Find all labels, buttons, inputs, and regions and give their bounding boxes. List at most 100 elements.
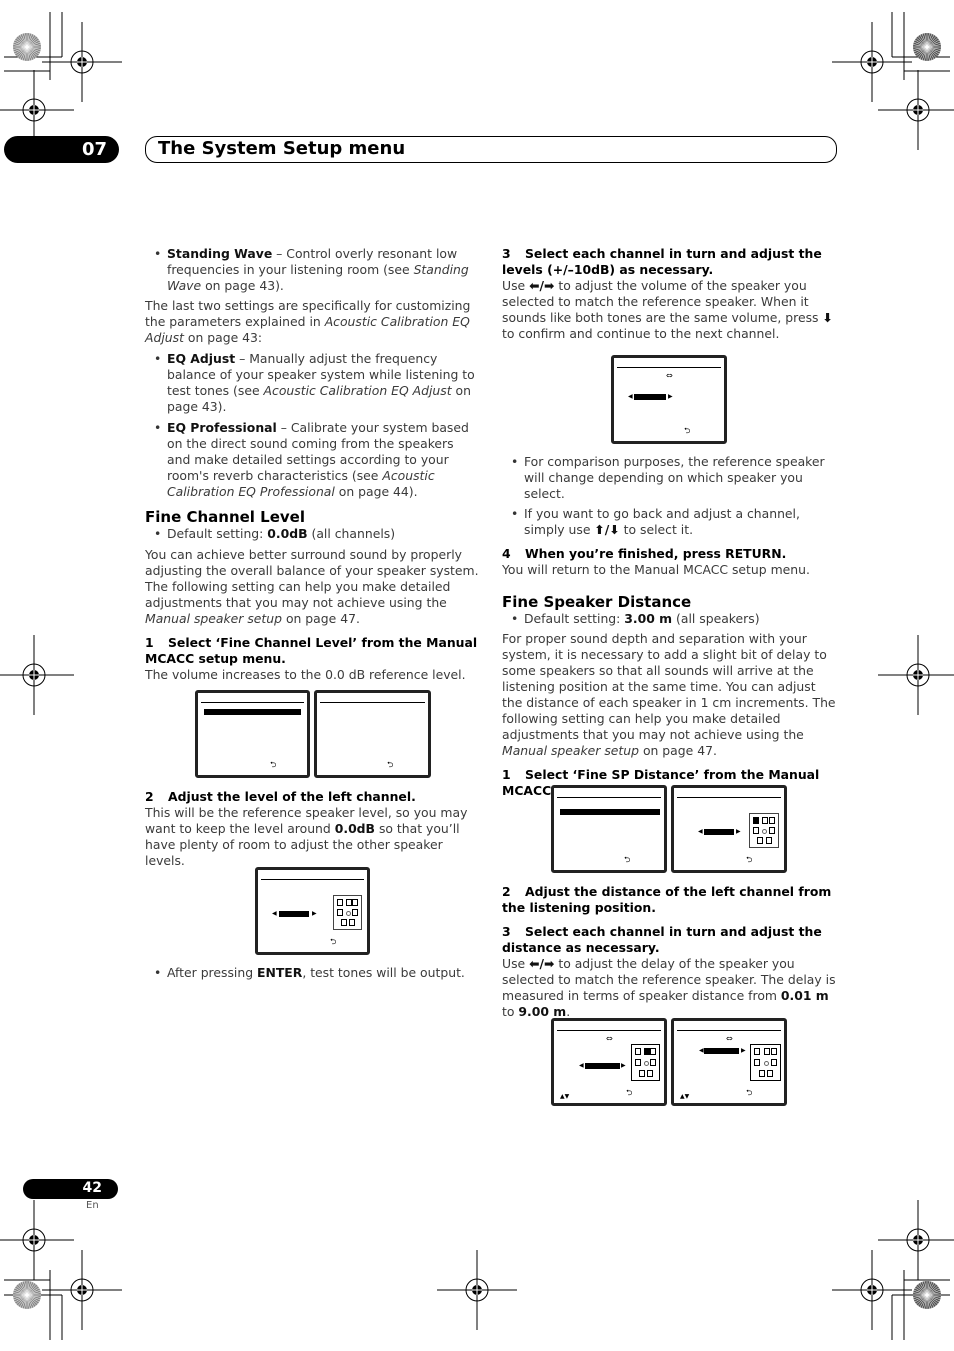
registration-target <box>878 635 954 715</box>
distance-value-box <box>704 829 734 835</box>
speaker-icon <box>769 827 775 834</box>
speaker-icon <box>766 837 772 844</box>
right-arrow-icon: ▶ <box>621 1062 626 1069</box>
text-tail: , test tones will be output. <box>302 965 465 980</box>
step-number: 2 <box>145 789 154 804</box>
return-icon: ⮌ <box>746 1088 753 1097</box>
heading-fine-channel-level: Fine Channel Level <box>145 508 305 526</box>
speaker-layout-diagram <box>631 1044 660 1081</box>
return-icon: ⮌ <box>684 426 691 435</box>
after-enter-note: After pressing ENTER, test tones will be… <box>145 965 480 981</box>
chapter-number: 07 <box>81 139 107 160</box>
speaker-icon <box>757 837 763 844</box>
screen-manual-mcacc-menu: ⮌ <box>195 690 310 778</box>
step-3-text: Use ⬅/➡ to adjust the delay of the speak… <box>502 956 837 1020</box>
speaker-icon <box>771 1048 777 1055</box>
speaker-icon <box>759 1070 765 1077</box>
screen-divider <box>201 702 304 703</box>
speaker-icon <box>337 909 343 916</box>
step-number: 4 <box>502 546 511 561</box>
step-number: 1 <box>502 767 511 782</box>
text: to <box>502 1004 519 1019</box>
text: After pressing <box>167 965 258 980</box>
step-4-title: 4 When you’re finished, press RETURN. <box>502 546 837 562</box>
starburst-mark <box>913 33 941 61</box>
level-value-box <box>279 911 309 917</box>
desc-tail: on page 44). <box>334 484 418 499</box>
speaker-icon <box>337 899 343 906</box>
speaker-icon <box>769 817 775 824</box>
screen-divider <box>261 879 364 880</box>
registration-target <box>832 22 912 102</box>
step-4-text: You will return to the Manual MCACC setu… <box>502 562 810 577</box>
up-down-icon: ▲▼ <box>560 1093 570 1100</box>
left-arrow-icon: ◀ <box>272 910 277 917</box>
intro-paragraph: You can achieve better surround sound by… <box>145 547 480 627</box>
bullet-reference-speaker: For comparison purposes, the reference s… <box>502 454 837 502</box>
right-column-mid: For comparison purposes, the reference s… <box>502 454 837 799</box>
speaker-icon <box>650 1059 656 1066</box>
step-number: 3 <box>502 924 511 939</box>
screen-left-channel-level: ◀ ▶ ⮌ <box>255 867 370 955</box>
text-tail: on page 43: <box>183 330 263 345</box>
speaker-icon <box>349 919 355 926</box>
registration-target <box>832 1250 912 1330</box>
return-icon: ⮌ <box>387 760 394 769</box>
step-number: 1 <box>145 635 154 650</box>
step-1-text: The volume increases to the 0.0 dB refer… <box>145 667 466 682</box>
screen-divider <box>677 1030 781 1031</box>
speaker-layout-diagram <box>750 1044 781 1081</box>
return-icon: ⮌ <box>330 937 337 946</box>
listener-icon <box>644 1061 649 1066</box>
text-tail: to select it. <box>619 522 694 537</box>
text-tail: on page 47. <box>639 743 717 758</box>
step-number: 2 <box>502 884 511 899</box>
speaker-icon <box>753 827 759 834</box>
listener-icon <box>346 911 351 916</box>
text: You can achieve better surround sound by… <box>145 547 479 610</box>
starburst-mark <box>13 33 41 61</box>
text: Use <box>502 278 530 293</box>
down-arrow-key-icon: ⬇ <box>822 310 833 325</box>
screen-distance-adjust-b: ⇔ ◀ ▶ ▲▼ ⮌ <box>671 1018 787 1106</box>
left-column: Standing Wave – Control overly resonant … <box>145 246 480 683</box>
term: EQ Professional <box>167 420 277 435</box>
screen-channel-level-adjust: ⇔ ◀ ▶ ⮌ <box>611 355 727 444</box>
max-value: 9.00 m <box>518 1004 567 1019</box>
left-arrow-icon: ◀ <box>628 393 633 400</box>
up-down-icon: ▲▼ <box>680 1093 690 1100</box>
value: 0.0dB <box>334 821 375 836</box>
bullet-eq-adjust: EQ Adjust – Manually adjust the frequenc… <box>145 351 480 415</box>
distance-value-box <box>704 1048 739 1054</box>
distance-value-box <box>585 1063 620 1069</box>
right-arrow-icon: ▶ <box>736 828 741 835</box>
speaker-icon <box>754 1059 760 1066</box>
xref: Manual speaker setup <box>145 611 282 626</box>
screen-fine-channel-level: ⮌ <box>314 690 431 778</box>
label: Default setting: <box>524 611 625 626</box>
level-value-box <box>634 394 666 400</box>
screen-divider <box>557 1030 661 1031</box>
page-number: 42 <box>82 1180 102 1196</box>
speaker-icon <box>635 1048 641 1055</box>
text: For proper sound depth and separation wi… <box>502 631 836 742</box>
selected-menu-row <box>204 709 301 715</box>
xref: Acoustic Calibration EQ Adjust <box>263 383 452 398</box>
bullet-eq-professional: EQ Professional – Calibrate your system … <box>145 420 480 500</box>
registration-target <box>878 1200 954 1280</box>
step-3-title: 3 Select each channel in turn and adjust … <box>502 246 837 278</box>
registration-target <box>42 1250 122 1330</box>
right-column-top: 3 Select each channel in turn and adjust … <box>502 246 837 342</box>
step-1-title: 1 Select ‘Fine Channel Level’ from the Ma… <box>145 635 480 667</box>
intro-paragraph: For proper sound depth and separation wi… <box>502 631 837 759</box>
return-icon: ⮌ <box>624 855 631 864</box>
screen-divider <box>320 702 425 703</box>
step-text: Select each channel in turn and adjust t… <box>502 924 822 955</box>
step-2-title: 2 Adjust the distance of the left channel… <box>502 884 837 916</box>
speaker-icon <box>650 1048 656 1055</box>
swap-icon: ⇔ <box>666 371 673 380</box>
starburst-mark <box>913 1281 941 1309</box>
speaker-icon <box>635 1059 641 1066</box>
step-number: 3 <box>502 246 511 261</box>
right-arrow-icon: ▶ <box>312 910 317 917</box>
